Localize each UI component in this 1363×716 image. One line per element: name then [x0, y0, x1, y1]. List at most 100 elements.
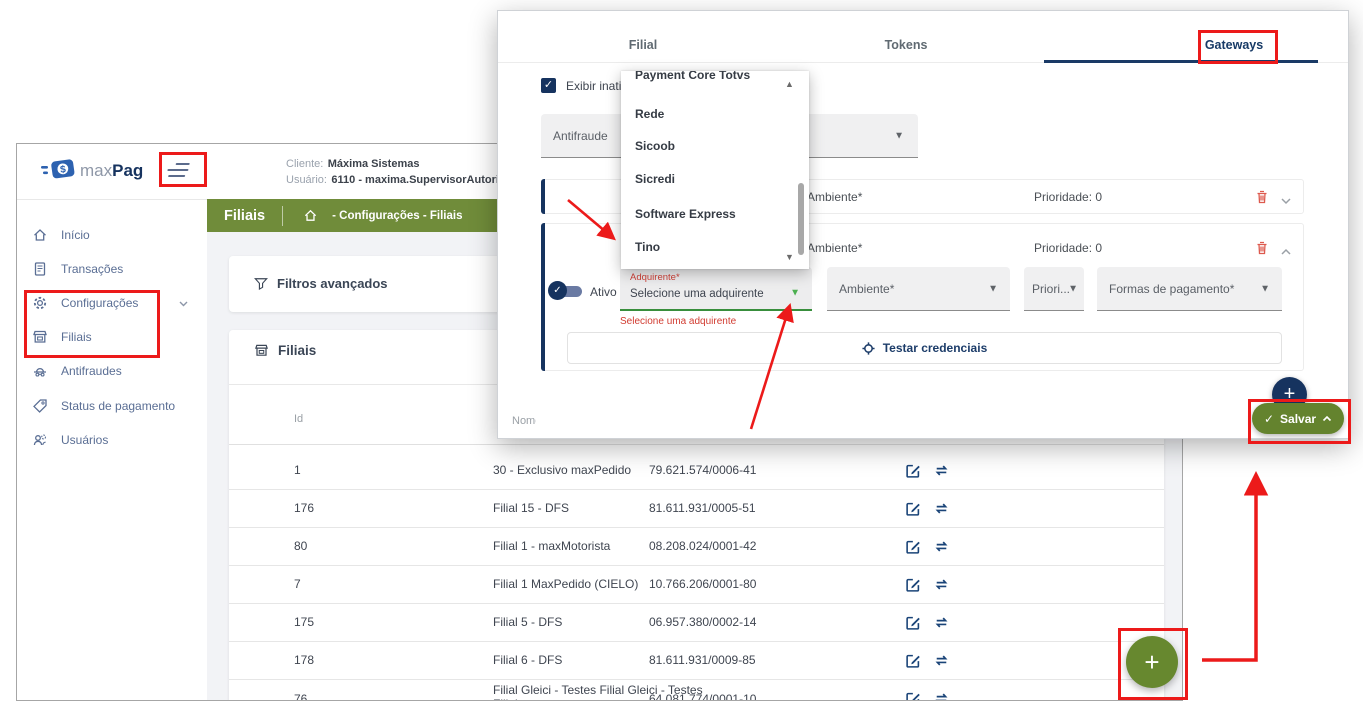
cell-name: Filial 6 - DFS [493, 641, 562, 679]
sidebar-item-label: Filiais [61, 330, 92, 344]
scroll-down-icon[interactable]: ▼ [785, 252, 794, 262]
table-row[interactable]: 76 Filial Gleici - Testes Filial Gleici … [229, 679, 1164, 701]
antifraude-label: Antifraude [553, 129, 608, 143]
edit-icon[interactable] [905, 527, 922, 565]
edit-icon[interactable] [905, 603, 922, 641]
chevron-up-icon [1322, 415, 1332, 423]
table-row[interactable]: 175 Filial 5 - DFS 06.957.380/0002-14 [229, 603, 1164, 642]
edit-icon[interactable] [905, 641, 922, 679]
sync-icon[interactable] [933, 603, 950, 641]
cell-cnpj: 79.621.574/0006-41 [649, 451, 756, 489]
edit-icon[interactable] [905, 489, 922, 527]
menu-option[interactable]: Rede [635, 106, 664, 122]
adquirente-error: Selecione uma adquirente [620, 316, 736, 327]
chevron-down-icon [178, 298, 189, 309]
annotation-arrow-fab-to-save [1202, 478, 1256, 660]
branch-modal: Filial Tokens Gateways ✓ Exibir inativos… [497, 10, 1349, 439]
row-accent-bar [541, 179, 545, 214]
sidebar-item-transacoes[interactable]: Transações [17, 252, 207, 286]
breadcrumb-path: - Configurações - Filiais [332, 210, 462, 222]
scrollbar-thumb[interactable] [798, 183, 804, 255]
cell-cnpj: 10.766.206/0001-80 [649, 565, 756, 603]
menu-option[interactable]: Payment Core Totvs [635, 71, 750, 83]
cell-name: Filial 15 - DFS [493, 489, 569, 527]
edit-icon[interactable] [905, 451, 922, 489]
gateway-prioridade-summary: Prioridade: 0 [1034, 241, 1102, 255]
home-icon[interactable] [303, 208, 318, 223]
table-row[interactable]: 80 Filial 1 - maxMotorista 08.208.024/00… [229, 527, 1164, 566]
delete-icon[interactable] [1254, 240, 1270, 261]
scroll-up-icon[interactable]: ▲ [785, 79, 794, 89]
sidebar-item-antifraudes[interactable]: Antifraudes [17, 354, 207, 388]
page-title: Filiais [224, 208, 265, 224]
incognito-icon [32, 363, 48, 379]
tab-gateways[interactable]: Gateways [1149, 38, 1319, 52]
menu-option[interactable]: Software Express [635, 206, 736, 222]
cell-id: 176 [294, 489, 314, 527]
sidebar-item-status-pagamento[interactable]: Status de pagamento [17, 389, 207, 423]
tab-tokens[interactable]: Tokens [821, 38, 991, 52]
sync-icon[interactable] [933, 565, 950, 603]
cell-name: Filial 5 - DFS [493, 603, 562, 641]
sync-icon[interactable] [933, 679, 950, 701]
sidebar: Início Transações Configurações Filiais … [17, 200, 208, 700]
brand-logo-icon: $ [41, 157, 77, 190]
sync-icon[interactable] [933, 451, 950, 489]
sidebar-item-filiais[interactable]: Filiais [17, 320, 207, 354]
menu-option[interactable]: Tino [635, 239, 660, 255]
ativo-toggle-thumb[interactable]: ✓ [548, 281, 567, 300]
menu-toggle-icon[interactable] [165, 163, 190, 181]
cell-cnpj: 06.957.380/0002-14 [649, 603, 756, 641]
delete-icon[interactable] [1254, 189, 1270, 210]
sidebar-item-configuracoes[interactable]: Configurações [17, 286, 207, 320]
sync-icon[interactable] [933, 489, 950, 527]
sidebar-item-label: Status de pagamento [61, 399, 175, 413]
edit-icon[interactable] [905, 565, 922, 603]
formas-pagamento-select[interactable]: Formas de pagamento* ▼ [1097, 267, 1282, 311]
cell-cnpj: 81.611.931/0009-85 [649, 641, 756, 679]
sidebar-item-usuarios[interactable]: Usuários [17, 423, 207, 457]
adquirente-label: Adquirente* [630, 272, 680, 283]
sync-icon[interactable] [933, 641, 950, 679]
show-inactive-checkbox[interactable]: ✓ [541, 78, 556, 93]
store-icon [32, 329, 48, 345]
chevron-down-icon: ▼ [988, 283, 998, 294]
cell-cnpj: 08.208.024/0001-42 [649, 527, 756, 565]
add-branch-fab[interactable]: + [1126, 636, 1178, 688]
home-icon [32, 227, 48, 243]
brand-name-suffix: Pag [112, 161, 143, 180]
users-icon [32, 432, 48, 448]
active-tab-indicator [1044, 60, 1318, 63]
adquirente-select[interactable]: Adquirente* Selecione uma adquirente ▼ [620, 267, 812, 311]
table-row[interactable]: 7 Filial 1 MaxPedido (CIELO) 10.766.206/… [229, 565, 1164, 604]
user-info: Usuário: 6110 - maxima.SupervisorAutoriz [286, 170, 504, 188]
save-button[interactable]: ✓ Salvar [1252, 403, 1344, 434]
table-row[interactable]: 176 Filial 15 - DFS 81.611.931/0005-51 [229, 489, 1164, 528]
testar-credenciais-button[interactable]: Testar credenciais [567, 332, 1282, 364]
adquirente-options-menu: Payment Core Totvs Rede Sicoob Sicredi S… [621, 71, 809, 269]
prioridade-select[interactable]: Priori... ▼ [1024, 267, 1084, 311]
sidebar-item-label: Início [61, 228, 90, 242]
edit-icon[interactable] [905, 679, 922, 701]
cell-cnpj: 81.611.931/0005-51 [649, 489, 756, 527]
tab-filial[interactable]: Filial [558, 38, 728, 52]
cell-id: 76 [294, 679, 307, 701]
sidebar-item-label: Usuários [61, 433, 108, 447]
menu-option[interactable]: Sicredi [635, 171, 675, 187]
sync-icon[interactable] [933, 527, 950, 565]
chevron-down-icon[interactable] [1280, 193, 1292, 211]
chevron-up-icon[interactable] [1280, 244, 1292, 262]
sidebar-item-inicio[interactable]: Início [17, 218, 207, 252]
branches-table: 1 30 - Exclusivo maxPedido 79.621.574/00… [229, 444, 1164, 445]
table-row[interactable]: 1 30 - Exclusivo maxPedido 79.621.574/00… [229, 451, 1164, 490]
ativo-label: Ativo [590, 285, 617, 299]
check-icon: ✓ [1264, 412, 1274, 426]
gear-icon [32, 295, 48, 311]
table-row[interactable]: 178 Filial 6 - DFS 81.611.931/0009-85 [229, 641, 1164, 680]
user-value: 6110 - maxima.SupervisorAutoriz [331, 174, 504, 186]
ambiente-select[interactable]: Ambiente* ▼ [827, 267, 1010, 311]
sidebar-item-label: Configurações [61, 296, 138, 310]
menu-option[interactable]: Sicoob [635, 138, 675, 154]
cell-name: 30 - Exclusivo maxPedido [493, 451, 631, 489]
user-label: Usuário: [286, 174, 327, 186]
